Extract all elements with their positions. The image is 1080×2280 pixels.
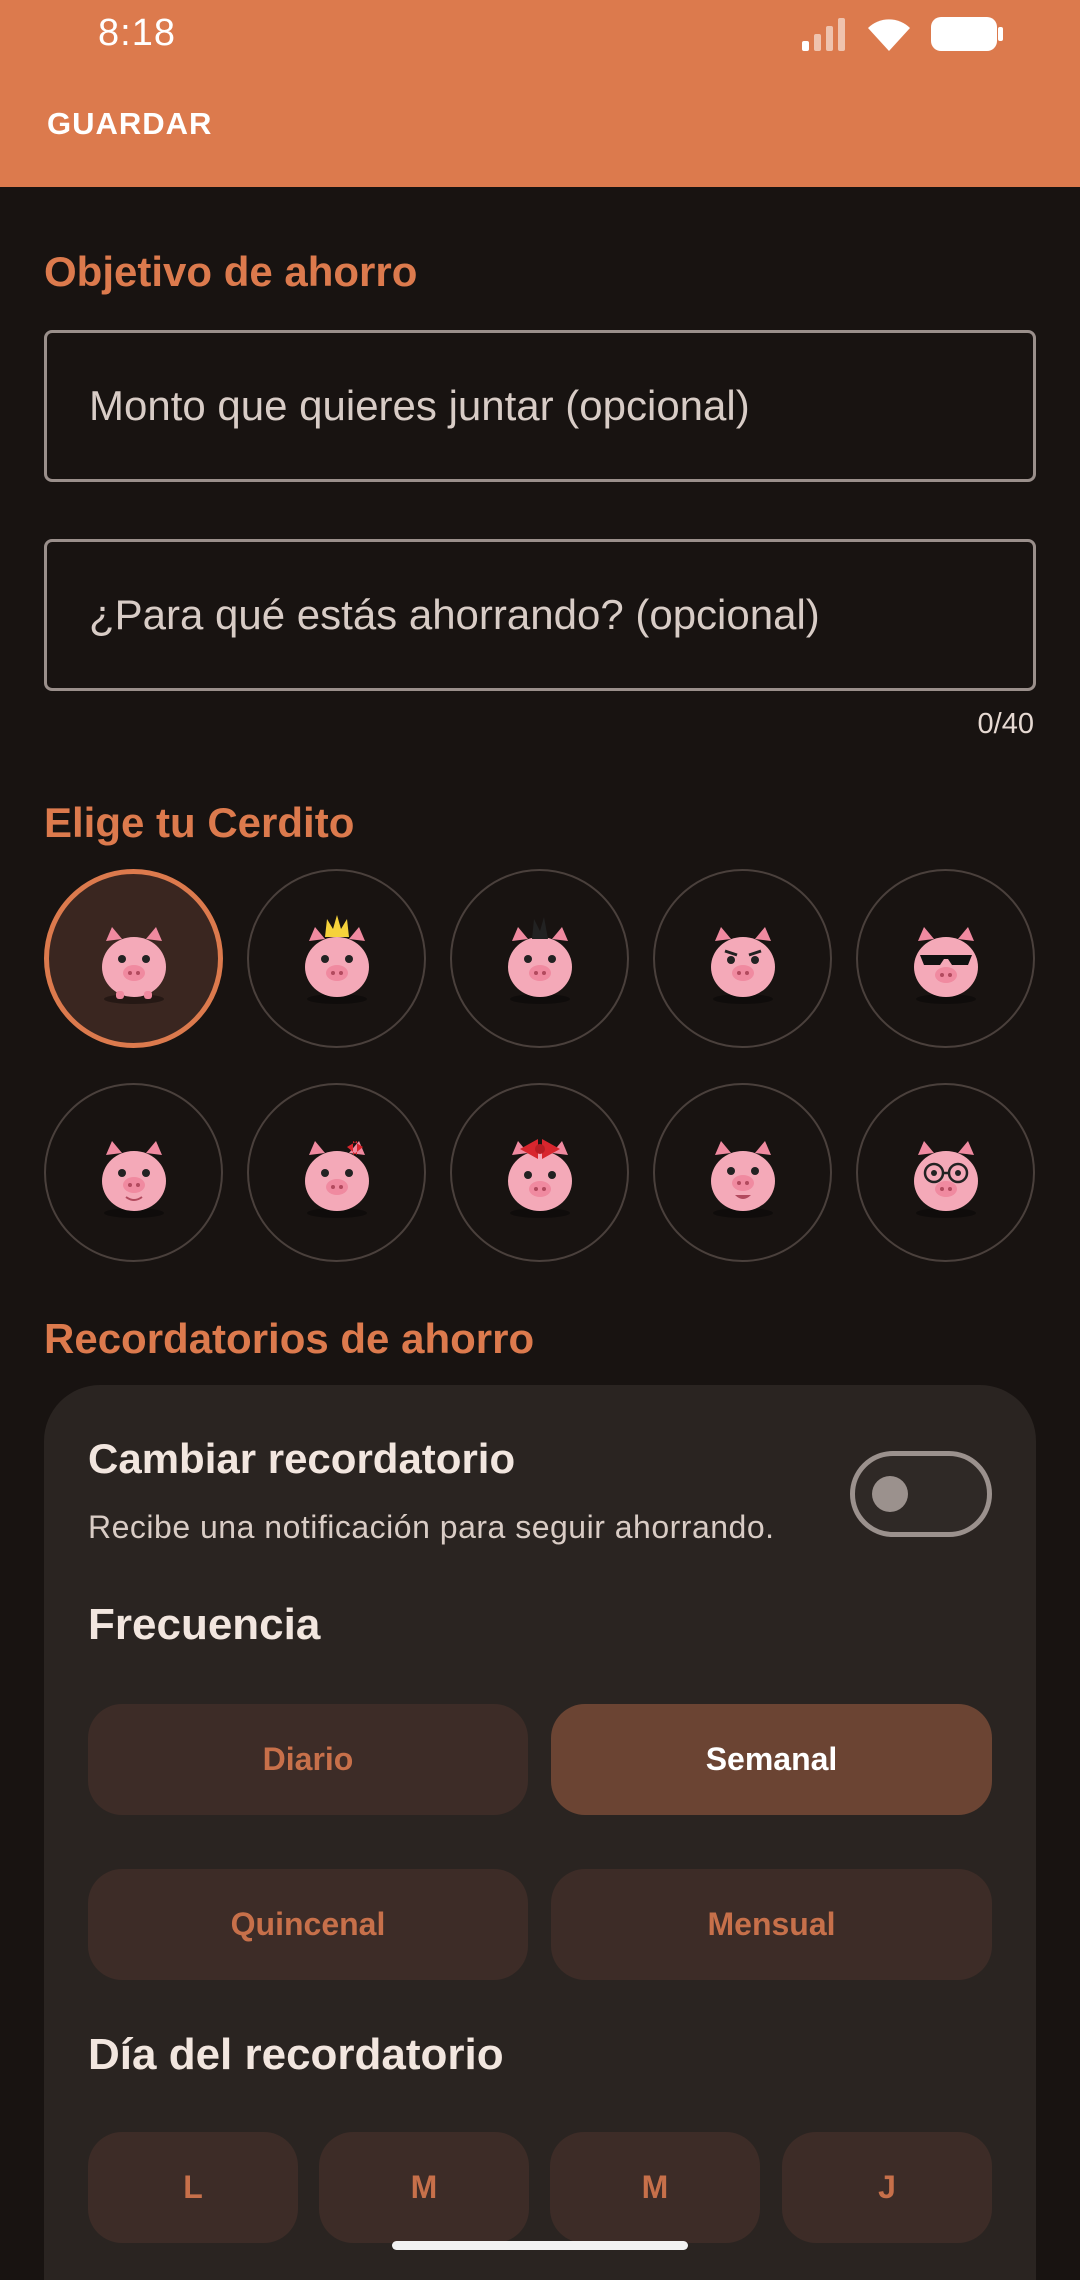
- day-chip-monday[interactable]: L: [88, 2132, 298, 2243]
- toggle-knob: [872, 1476, 908, 1512]
- pig-plain-icon: [101, 926, 166, 1004]
- day-chip-thursday[interactable]: J: [782, 2132, 992, 2243]
- reminders-section-title: Recordatorios de ahorro: [44, 1315, 535, 1362]
- reminder-toggle-subtitle: Recibe una notificación para seguir ahor…: [88, 1509, 775, 1545]
- frequency-title: Frecuencia: [88, 1600, 321, 1649]
- pig-option-mohawk[interactable]: [450, 869, 629, 1048]
- frequency-chip-mensual[interactable]: Mensual: [551, 1869, 992, 1980]
- pig-option-sunglasses[interactable]: [856, 869, 1035, 1048]
- frequency-chip-quincenal[interactable]: Quincenal: [88, 1869, 528, 1980]
- signal-icon: [802, 18, 845, 51]
- reminder-card: Cambiar recordatorio Recibe una notifica…: [44, 1385, 1036, 2280]
- save-button[interactable]: GUARDAR: [47, 106, 212, 142]
- wifi-icon: [868, 19, 910, 51]
- pig-smiling-icon: [101, 1140, 166, 1218]
- pig-sunglasses-icon: [913, 926, 978, 1004]
- pig-small-bow-icon: [304, 1140, 369, 1218]
- character-counter: 0/40: [977, 708, 1034, 740]
- pig-happy-icon: [710, 1140, 775, 1218]
- pig-option-crown[interactable]: [247, 869, 426, 1048]
- pig-angry-icon: [710, 926, 775, 1004]
- pig-option-angry[interactable]: [653, 869, 832, 1048]
- pig-crown-icon: [304, 914, 369, 1004]
- pig-option-happy[interactable]: [653, 1083, 832, 1262]
- home-indicator[interactable]: [392, 2241, 688, 2250]
- day-chip-tuesday[interactable]: M: [319, 2132, 529, 2243]
- frequency-chip-semanal[interactable]: Semanal: [551, 1704, 992, 1815]
- pig-option-smiling[interactable]: [44, 1083, 223, 1262]
- amount-input[interactable]: [89, 382, 1033, 430]
- pig-big-bow-icon: [507, 1138, 572, 1218]
- pig-mohawk-icon: [507, 916, 572, 1004]
- reminder-day-title: Día del recordatorio: [88, 2030, 504, 2079]
- amount-field[interactable]: [44, 330, 1036, 482]
- battery-icon: [931, 17, 1003, 51]
- frequency-chip-diario[interactable]: Diario: [88, 1704, 528, 1815]
- purpose-field[interactable]: [44, 539, 1036, 691]
- top-app-bar: 8:18 GUARDAR: [0, 0, 1080, 187]
- reminder-toggle-title: Cambiar recordatorio: [88, 1435, 516, 1482]
- pig-section-title: Elige tu Cerdito: [44, 799, 355, 846]
- day-chip-wednesday[interactable]: M: [550, 2132, 760, 2243]
- reminder-toggle[interactable]: [850, 1451, 992, 1537]
- status-time: 8:18: [98, 12, 176, 54]
- pig-option-small-bow[interactable]: [247, 1083, 426, 1262]
- goal-section-title: Objetivo de ahorro: [44, 248, 418, 295]
- pig-option-big-bow[interactable]: [450, 1083, 629, 1262]
- pig-option-glasses[interactable]: [856, 1083, 1035, 1262]
- pig-glasses-icon: [913, 1140, 978, 1218]
- pig-option-plain[interactable]: [44, 869, 223, 1048]
- status-icons: [800, 14, 1004, 54]
- purpose-input[interactable]: [89, 591, 1033, 639]
